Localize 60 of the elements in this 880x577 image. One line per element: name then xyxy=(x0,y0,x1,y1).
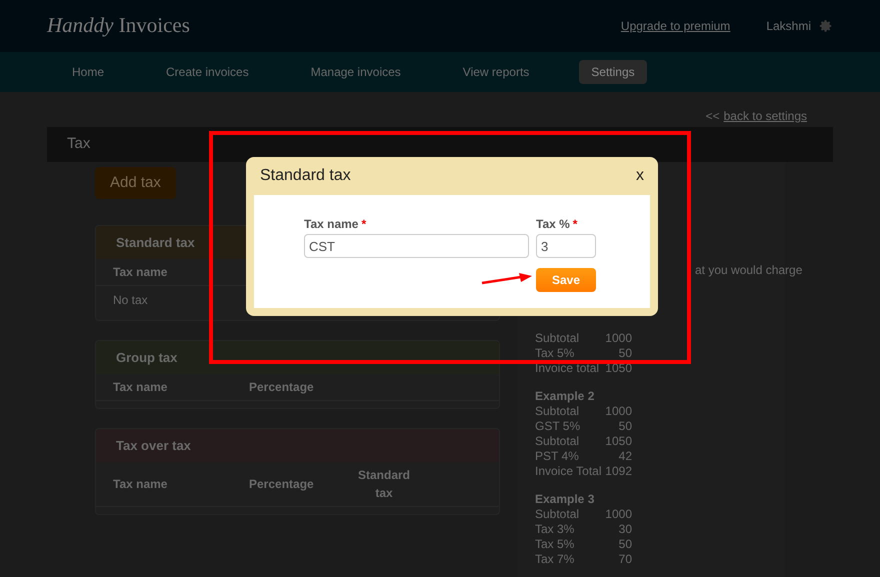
example-label: Subtotal xyxy=(535,434,580,449)
card-title: Group tax xyxy=(116,348,178,367)
close-button[interactable]: x xyxy=(636,164,644,188)
logo: Handdy Invoices xyxy=(47,12,190,40)
column-header: Percentage xyxy=(249,379,315,396)
example-value: 42 xyxy=(618,449,632,464)
required-mark: * xyxy=(361,216,366,233)
back-arrows: << xyxy=(706,108,720,125)
example-value: 50 xyxy=(618,419,632,434)
text-field[interactable]: CST xyxy=(304,234,529,258)
example-value: 50 xyxy=(618,537,632,552)
example-value: 50 xyxy=(618,346,632,361)
nav-tab[interactable]: Settings xyxy=(579,60,647,84)
example-value: 1000 xyxy=(605,331,632,346)
example-label: Tax 5% xyxy=(535,346,574,361)
example-value: 70 xyxy=(618,552,632,567)
example-label: Subtotal xyxy=(535,404,580,419)
save-button[interactable]: Save xyxy=(536,268,596,292)
card-title: Tax over tax xyxy=(116,436,191,455)
example-label: GST 5% xyxy=(535,419,580,434)
nav-tab[interactable]: View reports xyxy=(450,60,542,84)
field-label: Tax name xyxy=(304,216,358,233)
example-value: 1092 xyxy=(605,464,632,479)
example-label: Invoice total xyxy=(535,361,600,376)
arrow xyxy=(481,272,533,286)
example-label: Tax 3% xyxy=(535,522,574,537)
example-value: 1000 xyxy=(605,507,632,522)
back-link[interactable]: back to settings xyxy=(724,107,807,127)
example-label: Tax 7% xyxy=(535,552,574,567)
card-title: Standard tax xyxy=(116,234,195,252)
example-label: Subtotal xyxy=(535,331,580,346)
example-value: 1050 xyxy=(605,361,632,376)
table-cell-text: No tax xyxy=(113,292,149,309)
example-value: 30 xyxy=(618,522,632,537)
description-text: at you would charge xyxy=(695,262,802,279)
add-tax-button[interactable]: Add tax xyxy=(95,167,176,199)
example-label: PST 4% xyxy=(535,449,579,464)
example-title: Example 2 xyxy=(535,389,596,404)
example-title: Example 3 xyxy=(535,492,596,507)
example-value: 1050 xyxy=(605,434,632,449)
nav-tab[interactable]: Home xyxy=(60,60,116,84)
field-label: Tax % xyxy=(536,216,570,233)
upgrade-link[interactable]: Upgrade to premium xyxy=(620,17,730,35)
column-header: Tax name xyxy=(113,264,168,281)
nav-tab[interactable]: Create invoices xyxy=(154,60,261,84)
section-title: Tax xyxy=(67,134,90,154)
column-header: Percentage xyxy=(249,476,315,493)
example-label: Tax 5% xyxy=(535,537,574,552)
modal-title: Standard tax xyxy=(260,166,351,186)
gear-icon[interactable] xyxy=(819,19,833,33)
example-value: 1000 xyxy=(605,404,632,419)
user-name: Lakshmi xyxy=(766,18,811,35)
text-field[interactable]: 3 xyxy=(536,234,596,258)
example-label: Subtotal xyxy=(535,507,580,522)
column-header: Standard tax xyxy=(356,467,411,502)
example-label: Invoice Total xyxy=(535,464,602,479)
nav-tab[interactable]: Manage invoices xyxy=(298,60,413,84)
column-header: Tax name xyxy=(113,476,168,493)
required-mark: * xyxy=(572,216,578,233)
column-header: Tax name xyxy=(113,379,168,396)
